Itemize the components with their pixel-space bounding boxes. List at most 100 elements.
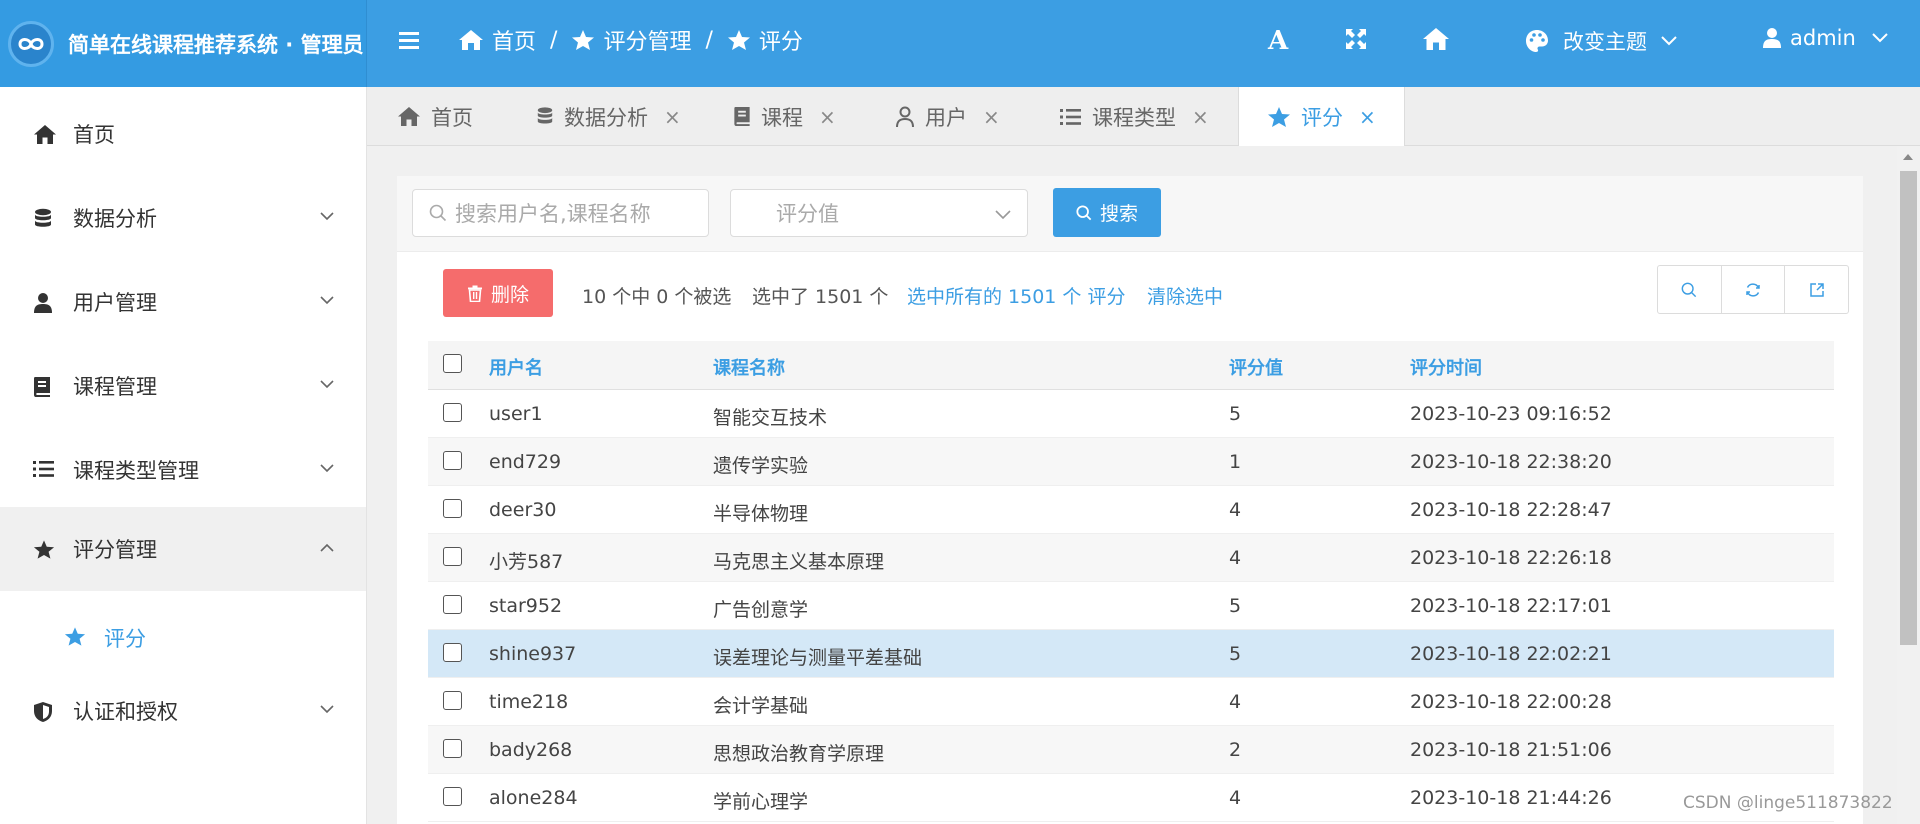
- shield-icon: [34, 702, 52, 722]
- cell-rating-time: 2023-10-18 22:02:21: [1410, 643, 1612, 665]
- sidebar-item-course-management[interactable]: 课程管理: [0, 344, 366, 428]
- sidebar-item-rating-management[interactable]: 评分管理: [0, 507, 366, 591]
- selection-count: 10 个中 0 个被选: [582, 286, 732, 308]
- sidebar-item-course-type-management[interactable]: 课程类型管理: [0, 428, 366, 512]
- star-icon: [1268, 107, 1290, 127]
- sidebar-item-auth[interactable]: 认证和授权: [0, 669, 366, 753]
- cell-rating: 5: [1229, 403, 1242, 425]
- table-row[interactable]: bady268 思想政治教育学原理 2 2023-10-18 21:51:06: [428, 726, 1834, 774]
- chevron-down-icon: [1661, 36, 1677, 46]
- delete-button[interactable]: 删除: [443, 269, 553, 317]
- watermark: CSDN @linge511873822: [1683, 793, 1893, 813]
- scrollbar-thumb[interactable]: [1900, 171, 1917, 645]
- search-bar: 搜索用户名,课程名称 评分值 搜索: [397, 176, 1863, 252]
- selection-total: 选中了 1501 个: [752, 286, 889, 308]
- cell-username: time218: [489, 691, 569, 713]
- refresh-button[interactable]: [1722, 266, 1786, 313]
- tab-close-icon[interactable]: ×: [983, 105, 1000, 129]
- tab-course[interactable]: 课程 ×: [733, 87, 836, 146]
- search-icon: [1681, 282, 1697, 297]
- clear-selection-link[interactable]: 清除选中: [1147, 282, 1223, 309]
- row-checkbox[interactable]: [443, 739, 462, 758]
- table-row[interactable]: deer30 半导体物理 4 2023-10-18 22:28:47: [428, 486, 1834, 534]
- menu-toggle-icon[interactable]: [399, 30, 421, 50]
- tab-user[interactable]: 用户 ×: [895, 87, 1000, 146]
- sidebar-item-home[interactable]: 首页: [0, 92, 366, 176]
- cell-rating: 2: [1229, 739, 1242, 761]
- cell-rating-time: 2023-10-18 21:51:06: [1410, 739, 1612, 761]
- tab-home[interactable]: 首页: [397, 87, 473, 146]
- tab-close-icon[interactable]: ×: [819, 105, 836, 129]
- fullscreen-icon[interactable]: [1345, 28, 1367, 50]
- table-tools: [1657, 265, 1849, 314]
- table-row[interactable]: time218 会计学基础 4 2023-10-18 22:00:28: [428, 678, 1834, 726]
- table-row[interactable]: user1 智能交互技术 5 2023-10-23 09:16:52: [428, 390, 1834, 438]
- palette-icon: [1526, 30, 1548, 52]
- table-row[interactable]: alone284 学前心理学 4 2023-10-18 21:44:26: [428, 774, 1834, 822]
- list-icon: [1060, 108, 1081, 125]
- export-icon: [1809, 282, 1824, 297]
- book-icon: [34, 377, 50, 397]
- cell-course-name: 智能交互技术: [713, 407, 828, 429]
- user-icon: [896, 106, 914, 127]
- font-size-button[interactable]: A: [1268, 26, 1288, 56]
- chevron-down-icon: [1872, 33, 1888, 43]
- breadcrumb-home[interactable]: 首页: [458, 24, 536, 56]
- row-checkbox[interactable]: [443, 403, 462, 422]
- select-all-checkbox[interactable]: [443, 354, 462, 373]
- column-header-course-name[interactable]: 课程名称: [713, 354, 785, 380]
- row-checkbox[interactable]: [443, 595, 462, 614]
- book-icon: [734, 106, 750, 127]
- main-content: 搜索用户名,课程名称 评分值 搜索 删除 10 个中 0 个被选 选中了 150…: [367, 146, 1920, 824]
- keyword-placeholder: 搜索用户名,课程名称: [455, 202, 651, 226]
- table-row-highlighted[interactable]: shine937 误差理论与测量平差基础 5 2023-10-18 22:02:…: [428, 630, 1834, 678]
- breadcrumb-separator: /: [705, 27, 713, 53]
- sidebar-item-data-analysis[interactable]: 数据分析: [0, 176, 366, 260]
- list-icon: [33, 461, 54, 477]
- column-header-rating-time[interactable]: 评分时间: [1410, 354, 1482, 380]
- scroll-up-icon[interactable]: [1903, 154, 1913, 160]
- sidebar-item-label: 首页: [73, 123, 115, 147]
- row-checkbox[interactable]: [443, 643, 462, 662]
- select-all-link[interactable]: 选中所有的 1501 个 评分: [907, 282, 1125, 309]
- tab-close-icon[interactable]: ×: [664, 105, 681, 129]
- cell-rating: 5: [1229, 595, 1242, 617]
- rating-table: 用户名 课程名称 评分值 评分时间 user1 智能交互技术 5 2023-10…: [428, 341, 1834, 822]
- sidebar-item-user-management[interactable]: 用户管理: [0, 260, 366, 344]
- row-checkbox[interactable]: [443, 451, 462, 470]
- column-header-username[interactable]: 用户名: [489, 354, 543, 380]
- sidebar-subitem-label: 评分: [104, 627, 146, 651]
- rating-value-select[interactable]: 评分值: [730, 189, 1028, 237]
- cell-course-name: 误差理论与测量平差基础: [713, 647, 923, 669]
- home-icon[interactable]: [1422, 27, 1450, 51]
- row-checkbox[interactable]: [443, 691, 462, 710]
- row-checkbox[interactable]: [443, 499, 462, 518]
- tab-close-icon[interactable]: ×: [1192, 105, 1209, 129]
- table-row[interactable]: 小芳587 马克思主义基本原理 4 2023-10-18 22:26:18: [428, 534, 1834, 582]
- keyword-search-input[interactable]: 搜索用户名,课程名称: [412, 189, 709, 237]
- search-button[interactable]: 搜索: [1053, 188, 1161, 237]
- page-scrollbar[interactable]: [1897, 146, 1920, 824]
- star-icon: [727, 30, 750, 50]
- export-button[interactable]: [1785, 266, 1848, 313]
- tab-course-type[interactable]: 课程类型 ×: [1060, 87, 1209, 146]
- search-icon: [429, 204, 447, 222]
- tab-rating[interactable]: 评分 ×: [1238, 87, 1405, 147]
- change-theme-dropdown[interactable]: 改变主题: [1525, 26, 1677, 56]
- table-row[interactable]: star952 广告创意学 5 2023-10-18 22:17:01: [428, 582, 1834, 630]
- tab-close-icon[interactable]: ×: [1359, 105, 1376, 129]
- tab-data-analysis[interactable]: 数据分析 ×: [536, 87, 681, 146]
- row-checkbox[interactable]: [443, 547, 462, 566]
- chevron-down-icon: [320, 380, 334, 389]
- cell-username: star952: [489, 595, 563, 617]
- username: admin: [1790, 26, 1856, 50]
- home-icon: [459, 30, 483, 50]
- delete-button-label: 删除: [490, 283, 529, 306]
- user-dropdown[interactable]: admin: [1762, 26, 1888, 50]
- tab-label: 用户: [925, 105, 967, 130]
- search-toggle-button[interactable]: [1658, 266, 1722, 313]
- table-row[interactable]: end729 遗传学实验 1 2023-10-18 22:38:20: [428, 438, 1834, 486]
- breadcrumb-rating-management[interactable]: 评分管理: [571, 24, 691, 56]
- row-checkbox[interactable]: [443, 787, 462, 806]
- column-header-rating[interactable]: 评分值: [1229, 354, 1283, 380]
